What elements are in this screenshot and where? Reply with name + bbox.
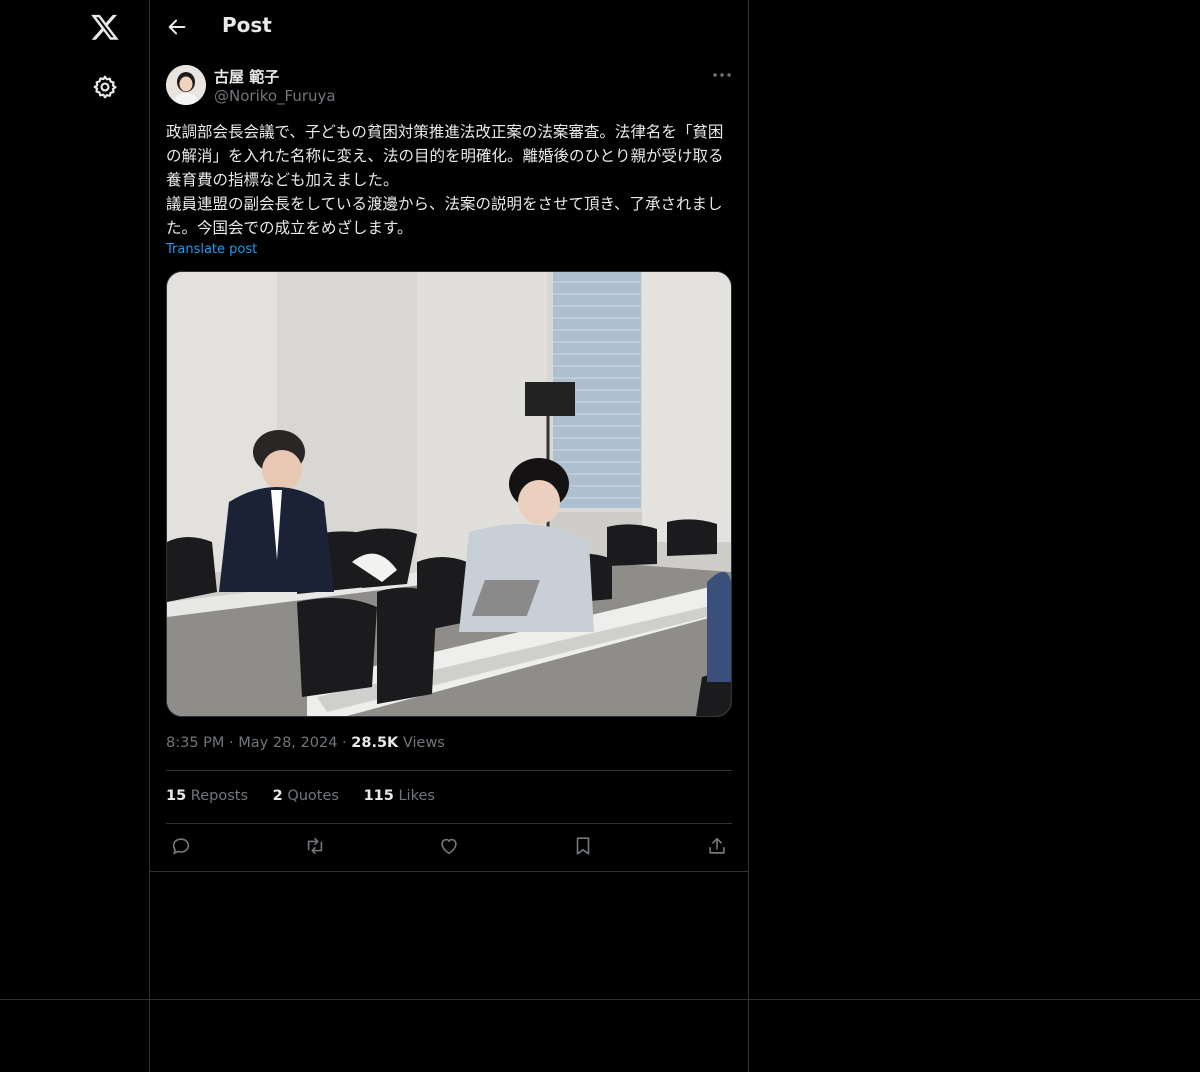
divider: [150, 871, 748, 872]
post-meta: 8:35 PM · May 28, 2024 · 28.5K Views: [166, 735, 445, 751]
main-column: Post 古屋 範子 @Noriko_Furuya 政調部会長会議で、子どもの貧…: [150, 0, 748, 872]
bookmark-icon[interactable]: [572, 835, 594, 857]
likes-count: 115: [363, 788, 394, 804]
reposts-label: Reposts: [190, 788, 249, 804]
heart-icon[interactable]: [438, 835, 460, 857]
views-label: Views: [402, 735, 445, 751]
views-count: 28.5K: [351, 735, 399, 751]
gear-icon[interactable]: [92, 74, 118, 100]
quotes-stat[interactable]: 2 Quotes: [273, 788, 339, 804]
x-logo-icon[interactable]: [90, 12, 120, 42]
page-header: Post: [150, 0, 748, 54]
meta-dot: ·: [342, 735, 352, 751]
bottom-divider: [0, 999, 1200, 1000]
reposts-stat[interactable]: 15 Reposts: [166, 788, 248, 804]
column-divider-left: [149, 0, 150, 1072]
share-icon[interactable]: [706, 835, 728, 857]
post-date[interactable]: May 28, 2024: [238, 735, 337, 751]
author-handle[interactable]: @Noriko_Furuya: [214, 87, 336, 105]
back-arrow-icon[interactable]: [166, 16, 188, 38]
left-rail: [0, 0, 149, 1072]
post-time[interactable]: 8:35 PM: [166, 735, 224, 751]
translate-post-link[interactable]: Translate post: [166, 242, 257, 257]
post-text: 政調部会長会議で、子どもの貧困対策推進法改正案の法案審査。法律名を「貧困の解消」…: [166, 123, 724, 237]
engagement-stats: 15 Reposts 2 Quotes 115 Likes: [166, 788, 455, 804]
divider: [166, 823, 732, 824]
reply-icon[interactable]: [170, 835, 192, 857]
likes-label: Likes: [398, 788, 435, 804]
divider: [166, 770, 732, 771]
likes-stat[interactable]: 115 Likes: [364, 788, 435, 804]
page-title: Post: [222, 13, 272, 37]
more-icon[interactable]: [712, 70, 732, 80]
author-display-name[interactable]: 古屋 範子: [214, 66, 279, 87]
reposts-count: 15: [166, 788, 187, 804]
quotes-count: 2: [272, 788, 283, 804]
quotes-label: Quotes: [287, 788, 339, 804]
meta-dot: ·: [229, 735, 239, 751]
repost-icon[interactable]: [304, 835, 326, 857]
avatar[interactable]: [166, 65, 206, 105]
post-image[interactable]: [166, 271, 732, 717]
action-bar: [166, 835, 732, 861]
column-divider-right: [748, 0, 749, 1072]
